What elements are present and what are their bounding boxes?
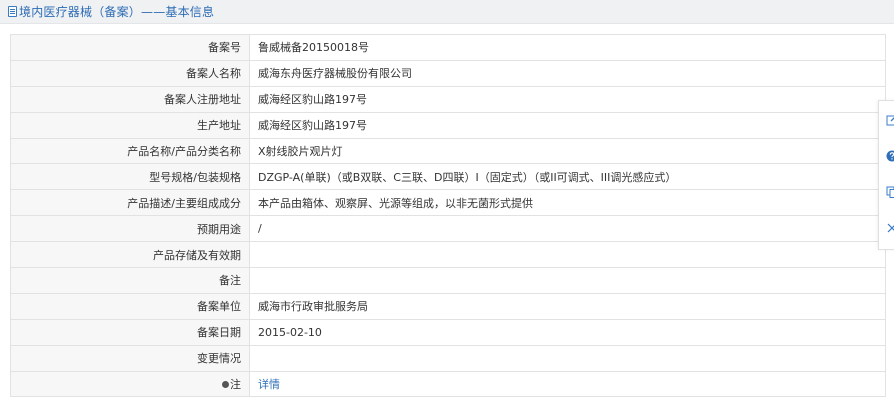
- row-label: 备案人名称: [10, 59, 250, 87]
- row-label: 型号规格/包装规格: [10, 163, 250, 191]
- row-label: 备案人注册地址: [10, 85, 250, 113]
- help-button[interactable]: [885, 149, 894, 163]
- table-row: 产品描述/主要组成成分 本产品由箱体、观察屏、光源等组成，以非无菌形式提供: [10, 189, 886, 217]
- row-label: 备案日期: [10, 318, 250, 346]
- table-row: 生产地址 威海经区豹山路197号: [10, 111, 886, 139]
- page-title: 境内医疗器械（备案）——基本信息: [19, 5, 215, 19]
- side-toolbar: [878, 100, 894, 250]
- row-value: 威海东舟医疗器械股份有限公司: [249, 59, 886, 87]
- row-value: 威海经区豹山路197号: [249, 85, 886, 113]
- note-row: 注 详情: [10, 370, 886, 398]
- row-label: 预期用途: [10, 215, 250, 243]
- row-value: 威海经区豹山路197号: [249, 111, 886, 139]
- row-label: 备注: [10, 267, 250, 294]
- table-row: 预期用途 /: [10, 215, 886, 243]
- table-row: 产品存储及有效期: [10, 241, 886, 269]
- basic-info-table: 备案号 鲁威械备20150018号 备案人名称 威海东舟医疗器械股份有限公司 备…: [10, 34, 886, 398]
- document-icon: [8, 6, 17, 17]
- close-button[interactable]: [885, 221, 894, 235]
- row-value: X射线胶片观片灯: [249, 137, 886, 165]
- note-label-cell: 注: [10, 370, 250, 398]
- row-label: 备案单位: [10, 292, 250, 320]
- row-value: [249, 241, 886, 269]
- note-label: 注: [230, 378, 241, 392]
- row-value: 威海市行政审批服务局: [249, 292, 886, 320]
- row-label: 生产地址: [10, 111, 250, 139]
- table-row: 备注: [10, 267, 886, 294]
- row-label: 变更情况: [10, 344, 250, 372]
- row-label: 产品存储及有效期: [10, 241, 250, 269]
- help-icon: [886, 150, 894, 162]
- table-row: 备案号 鲁威械备20150018号: [10, 34, 886, 61]
- table-row: 备案单位 威海市行政审批服务局: [10, 292, 886, 320]
- table-row: 备案人注册地址 威海经区豹山路197号: [10, 85, 886, 113]
- table-row: 备案日期 2015-02-10: [10, 318, 886, 346]
- copy-icon: [886, 186, 894, 198]
- row-value: DZGP-A(单联)（或B双联、C三联、D四联）I（固定式）（或II可调式、II…: [249, 163, 886, 191]
- row-value: 鲁威械备20150018号: [249, 34, 886, 61]
- edit-button[interactable]: [885, 113, 894, 127]
- table-row: 变更情况: [10, 344, 886, 372]
- details-link[interactable]: 详情: [258, 378, 280, 391]
- close-icon: [887, 223, 894, 233]
- table-row: 产品名称/产品分类名称 X射线胶片观片灯: [10, 137, 886, 165]
- row-label: 备案号: [10, 34, 250, 61]
- copy-button[interactable]: [885, 185, 894, 199]
- row-value: 本产品由箱体、观察屏、光源等组成，以非无菌形式提供: [249, 189, 886, 217]
- row-label: 产品名称/产品分类名称: [10, 137, 250, 165]
- table-row: 型号规格/包装规格 DZGP-A(单联)（或B双联、C三联、D四联）I（固定式）…: [10, 163, 886, 191]
- row-value: 2015-02-10: [249, 318, 886, 346]
- row-value: [249, 344, 886, 372]
- row-value: [249, 267, 886, 294]
- table-row: 备案人名称 威海东舟医疗器械股份有限公司: [10, 59, 886, 87]
- row-value: /: [249, 215, 886, 243]
- page-header: 境内医疗器械（备案）——基本信息: [0, 0, 894, 24]
- note-value-cell: 详情: [249, 370, 886, 398]
- row-label: 产品描述/主要组成成分: [10, 189, 250, 217]
- edit-icon: [886, 115, 894, 126]
- pin-icon: [222, 380, 229, 388]
